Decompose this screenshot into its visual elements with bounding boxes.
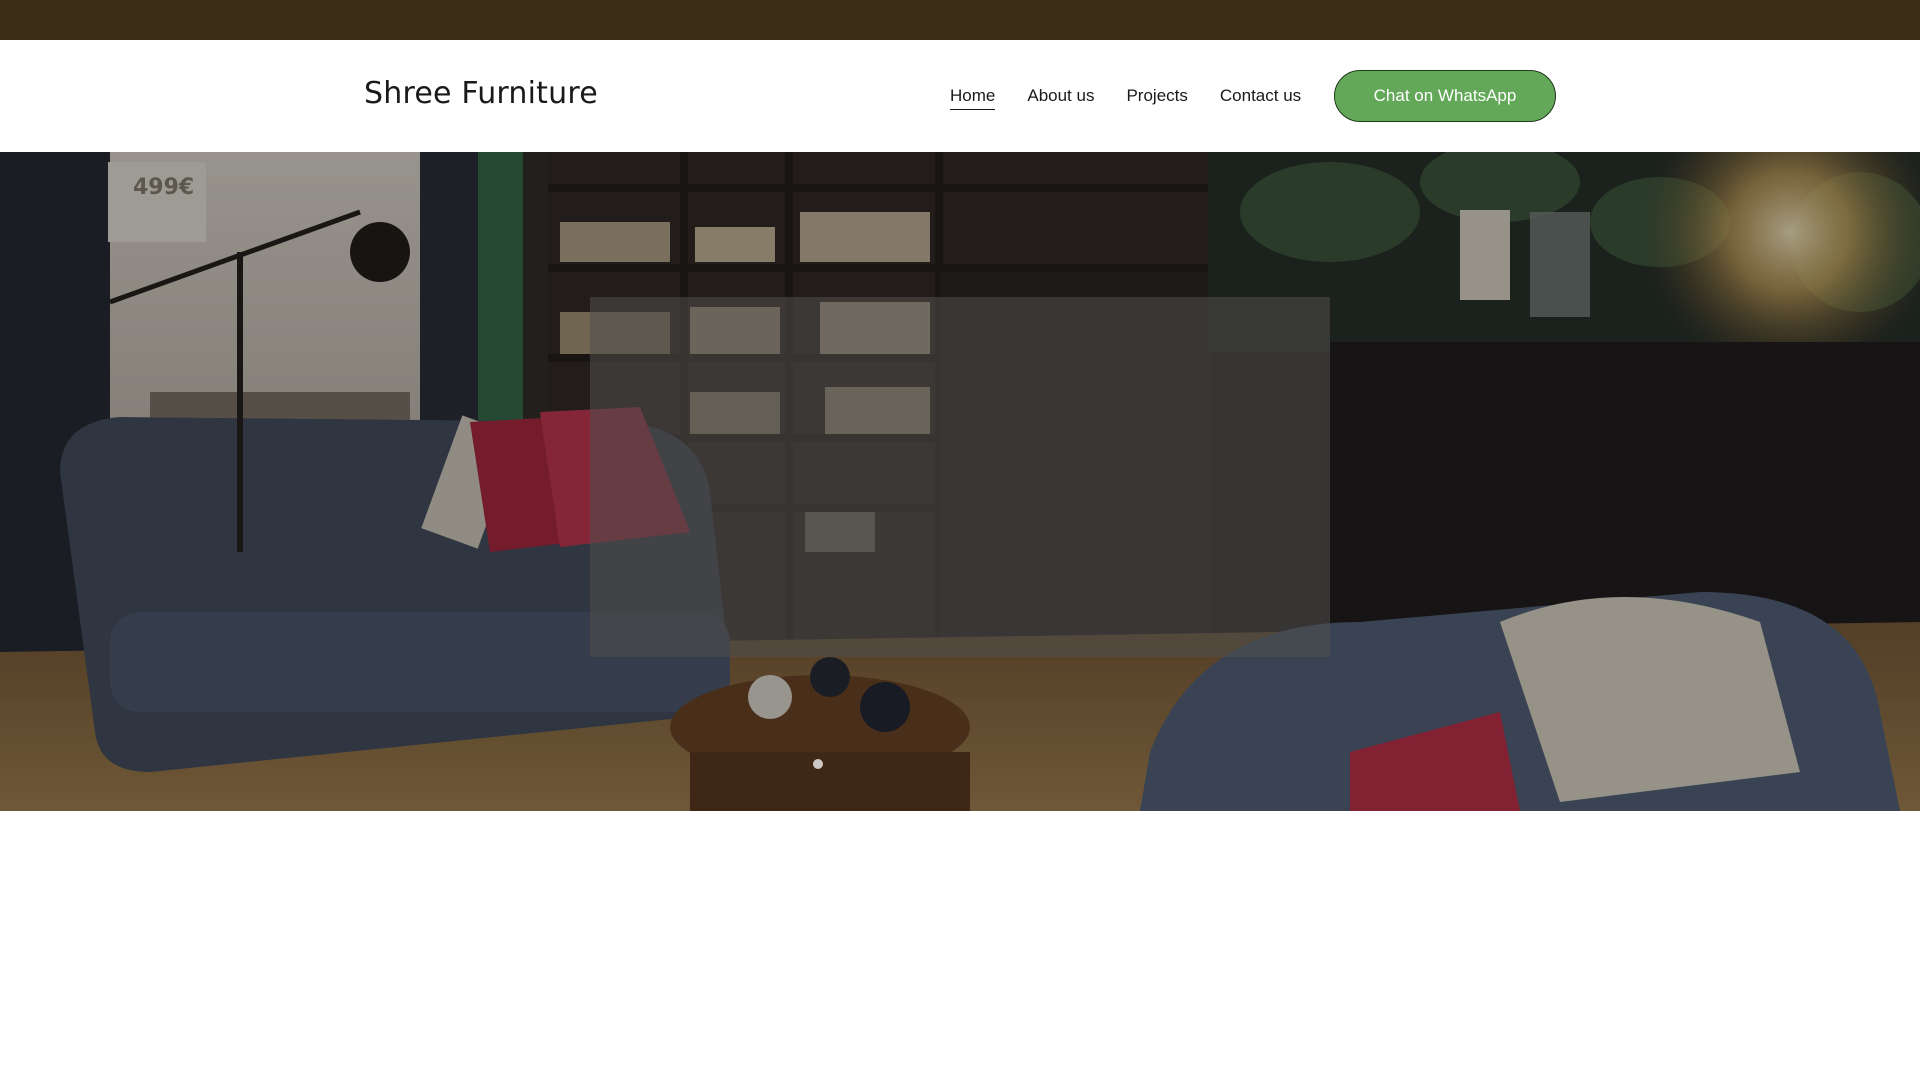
whatsapp-chat-button[interactable]: Chat on WhatsApp xyxy=(1334,70,1556,122)
brand-title[interactable]: Shree Furniture xyxy=(364,76,598,111)
site-header: Shree Furniture Home About us Projects C… xyxy=(0,40,1920,152)
hero-content-overlay xyxy=(590,297,1330,657)
nav-link-about[interactable]: About us xyxy=(1027,86,1094,110)
hero-banner: 499€ xyxy=(0,152,1920,811)
main-nav: Home About us Projects Contact us xyxy=(950,86,1301,110)
announcement-bar xyxy=(0,0,1920,40)
page-content-area xyxy=(0,811,1920,1080)
nav-link-home[interactable]: Home xyxy=(950,86,996,110)
slide-indicator-dot[interactable] xyxy=(813,759,823,769)
nav-link-projects[interactable]: Projects xyxy=(1126,86,1187,110)
nav-link-contact[interactable]: Contact us xyxy=(1220,86,1301,110)
